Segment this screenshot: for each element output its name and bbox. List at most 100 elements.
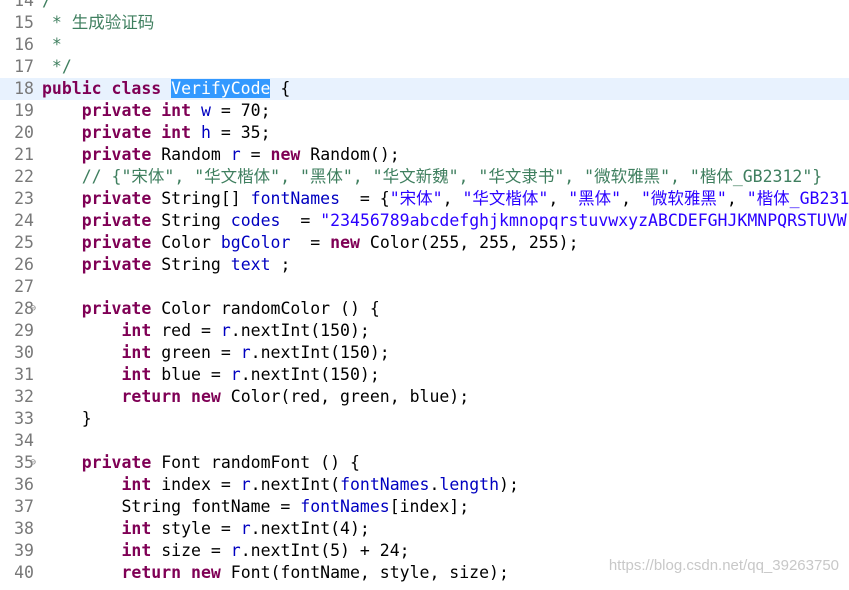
code-token: return new [121,387,231,406]
code-token: new [330,233,370,252]
code-text[interactable]: int blue = r.nextInt(150); [42,364,379,386]
code-text[interactable]: * 生成验证码 [42,12,154,34]
line-number: 31 [14,365,34,384]
code-token: private [81,189,162,208]
code-line[interactable]: 24 private String codes = "23456789abcde… [0,210,849,232]
code-text[interactable]: private String[] fontNames = {"宋体", "华文楷… [42,188,849,210]
code-token: ); [499,475,519,494]
code-line[interactable]: 19 private int w = 70; [0,100,849,122]
code-text[interactable]: int green = r.nextInt(150); [42,342,389,364]
code-text[interactable]: int index = r.nextInt(fontNames.length); [42,474,519,496]
code-token: new [270,145,311,164]
code-token: , [621,189,641,208]
code-token: = [280,211,321,230]
code-text[interactable]: private Random r = new Random(); [42,144,400,166]
code-token: .nextInt(150); [230,321,370,340]
line-number: 32 [14,387,34,406]
code-token: Color [161,233,221,252]
code-text[interactable]: private Font randomFont () { [42,452,360,474]
code-text[interactable]: public class VerifyCode { [42,78,290,100]
code-token: Color(red, green, blue); [230,387,470,406]
code-token: "黑体" [568,189,622,208]
code-token: = 70; [210,101,271,120]
code-token: style = [161,519,241,538]
code-line[interactable]: 30 int green = r.nextInt(150); [0,342,849,364]
code-text[interactable]: int red = r.nextInt(150); [42,320,370,342]
code-token: private [81,233,162,252]
code-token: { [270,79,291,98]
code-line[interactable]: 25 private Color bgColor = new Color(255… [0,232,849,254]
code-text[interactable]: private Color bgColor = new Color(255, 2… [42,232,579,254]
code-token: Random(); [310,145,400,164]
fold-collapse-icon[interactable]: ⊖ [30,298,36,320]
line-number: 24 [14,211,34,230]
code-token: codes [230,211,281,230]
code-line[interactable]: 29 int red = r.nextInt(150); [0,320,849,342]
code-line[interactable]: 15 * 生成验证码 [0,12,849,34]
code-line[interactable]: 20 private int h = 35; [0,122,849,144]
code-token: * 生成验证码 [42,13,155,32]
code-line[interactable]: 18 public class VerifyCode { [0,78,849,100]
code-text[interactable]: } [42,408,92,430]
code-token: [index]; [389,497,470,516]
code-token: / [42,0,52,10]
code-text[interactable]: private Color randomColor () { [42,298,380,320]
code-line[interactable]: 33 } [0,408,849,430]
code-line[interactable]: 17 */ [0,56,849,78]
code-line[interactable]: 36 int index = r.nextInt(fontNames.lengt… [0,474,849,496]
code-line[interactable]: 31 int blue = r.nextInt(150); [0,364,849,386]
code-text[interactable]: private String codes = "23456789abcdefgh… [42,210,847,232]
code-line[interactable]: 14 / [0,0,849,12]
code-token: int [121,519,162,538]
line-number: 15 [14,13,34,32]
code-token: String[] [161,189,251,208]
code-text[interactable]: * [42,34,62,56]
code-token: blue = [161,365,231,384]
code-token: Font randomFont () { [161,453,360,472]
code-line[interactable]: 37 String fontName = fontNames[index]; [0,496,849,518]
code-line[interactable]: 38 int style = r.nextInt(4); [0,518,849,540]
code-token: bgColor [220,233,291,252]
code-line[interactable]: 35 ⊖ private Font randomFont () { [0,452,849,474]
code-line[interactable]: 22 // {"宋体", "华文楷体", "黑体", "华文新魏", "华文隶书… [0,166,849,188]
code-line[interactable]: 21 private Random r = new Random(); [0,144,849,166]
watermark: https://blog.csdn.net/qq_39263750 [608,557,839,574]
code-text[interactable]: // {"宋体", "华文楷体", "黑体", "华文新魏", "华文隶书", … [42,166,823,188]
code-line[interactable]: 28 ⊖ private Color randomColor () { [0,298,849,320]
code-line[interactable]: 26 private String text ; [0,254,849,276]
code-text[interactable]: int size = r.nextInt(5) + 24; [42,540,409,562]
fold-collapse-icon[interactable]: ⊖ [30,452,36,474]
code-text[interactable]: return new Font(fontName, style, size); [42,562,508,584]
line-number: 27 [14,277,34,296]
code-text[interactable]: String fontName = fontNames[index]; [42,496,469,518]
code-editor[interactable]: 14/15 * 生成验证码 16 * 17 */18 public class Ver… [0,0,849,590]
code-token: String [161,211,231,230]
code-token: = 35; [210,123,271,142]
code-token: = [240,145,271,164]
code-line[interactable]: 32 return new Color(red, green, blue); [0,386,849,408]
code-text[interactable]: private String text ; [42,254,291,276]
code-line[interactable]: 27 [0,276,849,298]
code-token: private [81,255,162,274]
code-text[interactable]: private int w = 70; [42,100,271,122]
code-token: Color(255, 255, 255); [369,233,579,252]
line-number: 23 [14,189,34,208]
code-text[interactable]: */ [42,56,72,78]
code-token: int [121,321,162,340]
code-token: h [200,123,211,142]
code-text[interactable]: private int h = 35; [42,122,271,144]
code-line[interactable]: 34 [0,430,849,452]
code-text[interactable]: return new Color(red, green, blue); [42,386,469,408]
code-text[interactable]: / [42,0,52,12]
code-text[interactable]: int style = r.nextInt(4); [42,518,369,540]
line-number: 21 [14,145,34,164]
code-line[interactable]: 23 private String[] fontNames = {"宋体", "… [0,188,849,210]
code-line[interactable]: 16 * [0,34,849,56]
